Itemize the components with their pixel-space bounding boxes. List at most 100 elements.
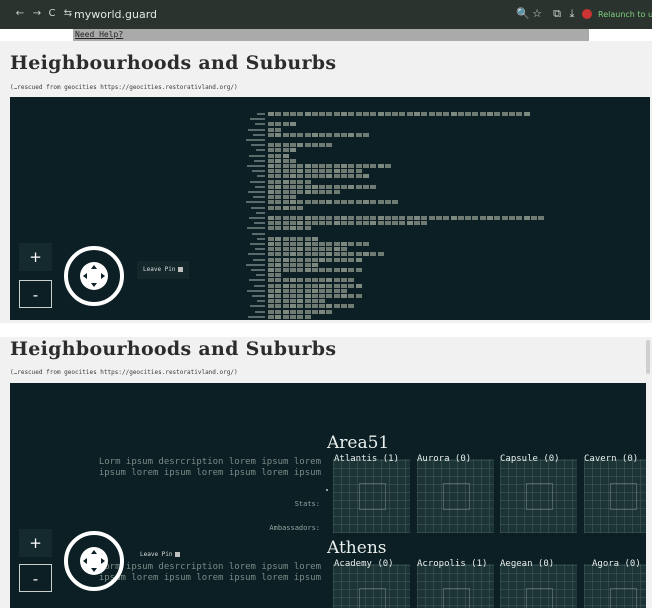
list-item[interactable]	[10, 143, 650, 148]
member-avatar[interactable]	[333, 252, 340, 257]
member-avatar[interactable]	[304, 257, 311, 262]
member-avatar[interactable]	[341, 216, 347, 220]
member-avatar[interactable]	[304, 143, 311, 148]
member-avatar[interactable]	[355, 257, 362, 262]
member-avatar[interactable]	[268, 112, 274, 116]
member-avatar[interactable]	[297, 288, 304, 293]
member-avatar[interactable]	[319, 164, 326, 168]
member-avatar[interactable]	[326, 278, 333, 283]
member-avatar[interactable]	[282, 257, 289, 262]
member-avatar[interactable]	[341, 169, 347, 174]
list-item[interactable]	[10, 304, 650, 309]
member-avatar[interactable]	[377, 200, 384, 205]
member-avatar[interactable]	[370, 112, 377, 116]
tile-label[interactable]: Cavern (0)	[584, 454, 638, 465]
member-avatar[interactable]	[348, 304, 355, 309]
member-avatar[interactable]	[304, 179, 311, 184]
member-avatar[interactable]	[355, 169, 362, 174]
site-info-icon[interactable]: ⇆	[62, 8, 74, 20]
member-avatar[interactable]	[268, 262, 274, 267]
member-avatar[interactable]	[384, 112, 391, 116]
member-avatar[interactable]	[282, 184, 289, 189]
member-avatar[interactable]	[326, 200, 333, 205]
member-avatar[interactable]	[326, 174, 333, 179]
member-avatar[interactable]	[326, 164, 333, 168]
tile-label[interactable]: Acropolis (1)	[417, 559, 487, 570]
member-avatar[interactable]	[348, 184, 355, 189]
member-avatar[interactable]	[443, 112, 450, 116]
member-avatar[interactable]	[508, 216, 515, 220]
member-avatar[interactable]	[399, 112, 406, 116]
member-avatar[interactable]	[333, 200, 340, 205]
member-avatar[interactable]	[297, 236, 304, 241]
member-avatar[interactable]	[289, 174, 296, 179]
member-avatar[interactable]	[362, 242, 369, 246]
member-avatar[interactable]	[362, 174, 369, 179]
member-avatar[interactable]	[282, 200, 289, 205]
member-avatar[interactable]	[282, 314, 289, 319]
member-avatar[interactable]	[530, 216, 537, 220]
member-avatar[interactable]	[355, 294, 362, 298]
member-avatar[interactable]	[289, 132, 296, 137]
member-avatar[interactable]	[304, 112, 311, 116]
list-item[interactable]	[10, 158, 650, 163]
member-avatar[interactable]	[297, 226, 304, 231]
member-avatar[interactable]	[275, 221, 282, 226]
neighbourhood-tile[interactable]	[417, 564, 494, 608]
member-avatar[interactable]	[282, 112, 289, 116]
member-avatar[interactable]	[268, 143, 274, 148]
member-avatar[interactable]	[289, 236, 296, 241]
joystick-control[interactable]	[64, 246, 124, 306]
member-avatar[interactable]	[311, 252, 318, 257]
member-avatar[interactable]	[341, 200, 347, 205]
member-avatar[interactable]	[399, 221, 406, 226]
member-avatar[interactable]	[275, 216, 282, 220]
member-avatar[interactable]	[319, 278, 326, 283]
member-avatar[interactable]	[341, 268, 347, 272]
neighbourhood-tile[interactable]	[333, 564, 410, 608]
member-avatar[interactable]	[289, 195, 296, 200]
member-avatar[interactable]	[304, 132, 311, 137]
member-avatar[interactable]	[275, 179, 282, 184]
member-avatar[interactable]	[319, 268, 326, 272]
member-avatar[interactable]	[421, 221, 428, 226]
zoom-out-button[interactable]: -	[19, 280, 52, 308]
member-avatar[interactable]	[268, 304, 274, 309]
member-avatar[interactable]	[311, 221, 318, 226]
member-avatar[interactable]	[472, 112, 479, 116]
member-avatar[interactable]	[319, 309, 326, 314]
member-avatar[interactable]	[355, 242, 362, 246]
arrow-right-icon[interactable]	[101, 273, 105, 279]
member-avatar[interactable]	[370, 221, 377, 226]
member-avatar[interactable]	[304, 299, 311, 304]
member-avatar[interactable]	[311, 184, 318, 189]
member-avatar[interactable]	[275, 226, 282, 231]
arrow-up-icon[interactable]	[91, 265, 97, 269]
member-avatar[interactable]	[304, 304, 311, 309]
search-icon[interactable]: 🔍	[516, 7, 530, 21]
member-avatar[interactable]	[370, 184, 377, 189]
member-avatar[interactable]	[341, 294, 347, 298]
member-avatar[interactable]	[421, 216, 428, 220]
member-avatar[interactable]	[333, 278, 340, 283]
member-avatar[interactable]	[304, 164, 311, 168]
member-avatar[interactable]	[377, 221, 384, 226]
list-item[interactable]	[10, 195, 650, 200]
list-item[interactable]	[10, 112, 650, 116]
member-avatar[interactable]	[289, 299, 296, 304]
tile-label[interactable]: Capsule (0)	[500, 454, 560, 465]
member-avatar[interactable]	[348, 164, 355, 168]
member-avatar[interactable]	[268, 200, 274, 205]
member-avatar[interactable]	[348, 132, 355, 137]
member-avatar[interactable]	[268, 164, 274, 168]
member-avatar[interactable]	[333, 288, 340, 293]
member-avatar[interactable]	[362, 164, 369, 168]
member-avatar[interactable]	[326, 257, 333, 262]
member-avatar[interactable]	[355, 164, 362, 168]
member-avatar[interactable]	[289, 205, 296, 210]
member-avatar[interactable]	[289, 268, 296, 272]
member-avatar[interactable]	[282, 216, 289, 220]
member-avatar[interactable]	[326, 143, 333, 148]
member-avatar[interactable]	[311, 294, 318, 298]
member-avatar[interactable]	[370, 164, 377, 168]
